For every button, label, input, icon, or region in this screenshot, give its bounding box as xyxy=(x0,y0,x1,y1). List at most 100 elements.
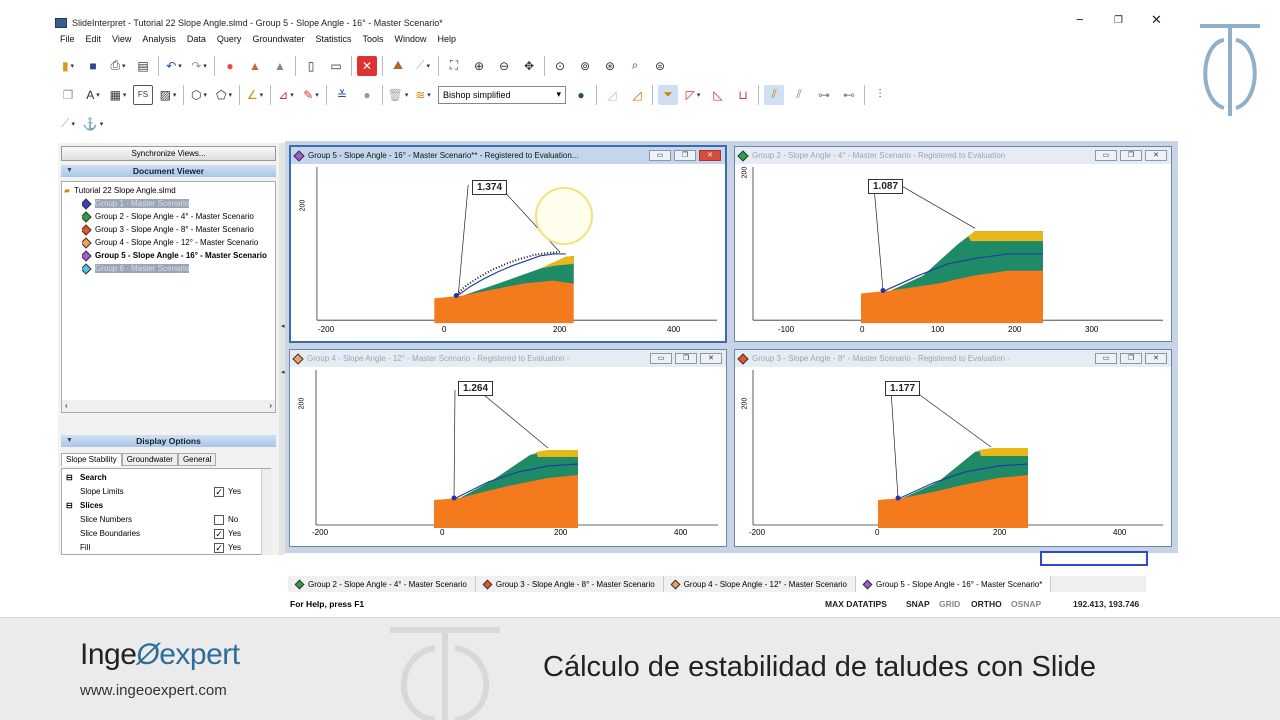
polyline-icon[interactable]: ⬡ xyxy=(189,85,209,105)
view-minimize-button[interactable]: ▭ xyxy=(1095,353,1117,364)
doc-tab-group-4[interactable]: Group 4 - Slope Angle - 12° - Master Sce… xyxy=(664,576,856,592)
text-box-icon[interactable]: A xyxy=(83,85,103,105)
reinforcement-icon[interactable]: ⫶ xyxy=(870,85,890,105)
zoom-all-icon[interactable]: ⛶ xyxy=(444,56,464,76)
slope-plot[interactable]: 1.264 200 -200 0 200 400 xyxy=(298,370,718,540)
menu-view[interactable]: View xyxy=(112,34,131,48)
menu-edit[interactable]: Edit xyxy=(86,34,102,48)
doc-tab-group-5[interactable]: Group 5 - Slope Angle - 16° - Master Sce… xyxy=(855,576,1052,592)
display-options-header[interactable]: ▼ Display Options xyxy=(61,435,276,447)
menu-window[interactable]: Window xyxy=(395,34,427,48)
doc-tab-group-2[interactable]: Group 2 - Slope Angle - 4° - Master Scen… xyxy=(288,576,476,592)
sphere-grey-icon[interactable]: ● xyxy=(357,85,377,105)
tree-horizontal-scrollbar[interactable]: ‹ › xyxy=(62,400,275,412)
color-wheel-icon[interactable]: ● xyxy=(220,56,240,76)
tree-file[interactable]: ▰ Tutorial 22 Slope Angle.slmd xyxy=(64,184,276,197)
status-osnap[interactable]: OSNAP xyxy=(1011,599,1041,609)
view-restore-button[interactable]: ❐ xyxy=(674,150,696,161)
copy-icon[interactable]: ❐ xyxy=(58,85,78,105)
group-toggle-icon[interactable]: ⊟ xyxy=(66,501,73,510)
zoom-slope-limits-icon[interactable]: ⊜ xyxy=(650,56,670,76)
view-title-bar[interactable]: Group 5 - Slope Angle - 16° - Master Sce… xyxy=(291,147,725,164)
slice-boundaries-checkbox[interactable]: ✓ xyxy=(214,528,224,539)
ruler-icon[interactable]: ⟋ xyxy=(58,114,78,134)
angle-icon[interactable]: ∠ xyxy=(245,85,265,105)
search-slope-icon[interactable]: ◸ xyxy=(683,85,703,105)
view-close-button[interactable]: ✕ xyxy=(1145,353,1167,364)
tree-group-6[interactable]: Group 6 - Master Scenario xyxy=(82,262,272,275)
zoom-window-icon[interactable]: ⊙ xyxy=(550,56,570,76)
menu-file[interactable]: File xyxy=(60,34,75,48)
splitter-arrow-icon[interactable]: ◂ xyxy=(281,322,285,330)
edit-icon[interactable]: ✎ xyxy=(301,85,321,105)
slope-plot[interactable]: 1.374 200 -200 0 200 400 xyxy=(299,167,717,335)
view-title-bar[interactable]: Group 3 - Slope Angle - 8° - Master Scen… xyxy=(735,350,1171,367)
slices-outline-icon[interactable]: ⫽ xyxy=(789,85,809,105)
slope-grey-icon[interactable]: ◿ xyxy=(602,85,622,105)
tile-vertical-icon[interactable]: ▯ xyxy=(301,56,321,76)
status-max-datatips[interactable]: MAX DATATIPS xyxy=(825,599,887,609)
prop-group-search[interactable]: ⊟ Search xyxy=(62,471,262,484)
slices-icon[interactable]: ⫽ xyxy=(764,84,784,105)
graph-icon[interactable]: ⟋ xyxy=(413,56,433,76)
tree-group-5[interactable]: Group 5 - Slope Angle - 16° - Master Sce… xyxy=(82,249,274,262)
view-minimize-button[interactable]: ▭ xyxy=(1095,150,1117,161)
status-grid[interactable]: GRID xyxy=(939,599,960,609)
redo-icon[interactable]: ↷ xyxy=(189,56,209,76)
menu-query[interactable]: Query xyxy=(217,34,242,48)
delete-icon[interactable]: 🗑 xyxy=(388,85,408,105)
view-minimize-button[interactable]: ▭ xyxy=(650,353,672,364)
undo-icon[interactable]: ↶ xyxy=(164,56,184,76)
slice-forces-icon[interactable]: ⊷ xyxy=(839,85,859,105)
view-title-bar[interactable]: Group 4 - Slope Angle - 12° - Master Sce… xyxy=(290,350,726,367)
surface-check-icon[interactable]: ◺ xyxy=(708,85,728,105)
profile-icon[interactable]: ⛰ xyxy=(388,56,408,76)
group-toggle-icon[interactable]: ⊟ xyxy=(66,473,73,482)
table-icon[interactable]: ▦ xyxy=(108,85,128,105)
surface-icon[interactable]: ▲ xyxy=(270,56,290,76)
view-group-2[interactable]: Group 2 - Slope Angle - 4° - Master Scen… xyxy=(734,146,1172,342)
slice-data-icon[interactable]: ⊶ xyxy=(814,85,834,105)
menu-statistics[interactable]: Statistics xyxy=(315,34,351,48)
property-scrollbar[interactable] xyxy=(261,469,271,555)
slope-plot[interactable]: 1.177 200 -200 0 200 400 xyxy=(741,370,1163,540)
anchor-icon[interactable]: ⚓ xyxy=(83,114,103,134)
restore-button[interactable]: ❐ xyxy=(1114,15,1123,26)
clipboard-icon[interactable]: ▤ xyxy=(133,56,153,76)
view-close-button[interactable]: ✕ xyxy=(1145,150,1167,161)
coordinate-input[interactable] xyxy=(1040,551,1148,566)
zoom-in-icon[interactable]: ⊕ xyxy=(469,56,489,76)
tile-horizontal-icon[interactable]: ▭ xyxy=(326,56,346,76)
water-table-icon[interactable]: ≚ xyxy=(332,85,352,105)
open-icon[interactable]: ▮ xyxy=(58,56,78,76)
tab-general[interactable]: General xyxy=(177,453,217,466)
prop-group-slices[interactable]: ⊟ Slices xyxy=(62,499,262,512)
fs-icon[interactable]: FS xyxy=(133,84,153,105)
zoom-out-icon[interactable]: ⊖ xyxy=(494,56,514,76)
zoom-previous-icon[interactable]: ⌕ xyxy=(625,56,645,76)
scroll-right-icon[interactable]: › xyxy=(269,400,272,412)
view-minimize-button[interactable]: ▭ xyxy=(649,150,671,161)
stop-icon[interactable]: ✕ xyxy=(357,55,377,76)
menu-data[interactable]: Data xyxy=(187,34,206,48)
view-restore-button[interactable]: ❐ xyxy=(1120,353,1142,364)
tree-group-3[interactable]: Group 3 - Slope Angle - 8° - Master Scen… xyxy=(82,223,274,236)
tab-slope-stability[interactable]: Slope Stability xyxy=(61,453,122,466)
view-group-4[interactable]: Group 4 - Slope Angle - 12° - Master Sce… xyxy=(289,349,727,547)
splitter-arrow-icon[interactable]: ◂ xyxy=(281,368,285,376)
scroll-left-icon[interactable]: ‹ xyxy=(65,400,68,412)
menu-groundwater[interactable]: Groundwater xyxy=(252,34,304,48)
slope-orange-icon[interactable]: ◿ xyxy=(627,85,647,105)
menu-tools[interactable]: Tools xyxy=(362,34,383,48)
slope-limits-checkbox[interactable]: ✓ xyxy=(214,486,224,497)
view-restore-button[interactable]: ❐ xyxy=(675,353,697,364)
zoom-extents-icon[interactable]: ⊚ xyxy=(575,56,595,76)
view-title-bar[interactable]: Group 2 - Slope Angle - 4° - Master Scen… xyxy=(735,147,1171,164)
slope-plot[interactable]: 1.087 200 -100 0 100 200 300 xyxy=(741,167,1163,335)
save-icon[interactable]: ■ xyxy=(83,56,103,76)
polygon-icon[interactable]: ⬠ xyxy=(214,85,234,105)
image-icon[interactable]: ▨ xyxy=(158,85,178,105)
status-ortho[interactable]: ORTHO xyxy=(971,599,1002,609)
slice-numbers-checkbox[interactable] xyxy=(214,514,224,525)
contour-icon[interactable]: ▲ xyxy=(245,56,265,76)
